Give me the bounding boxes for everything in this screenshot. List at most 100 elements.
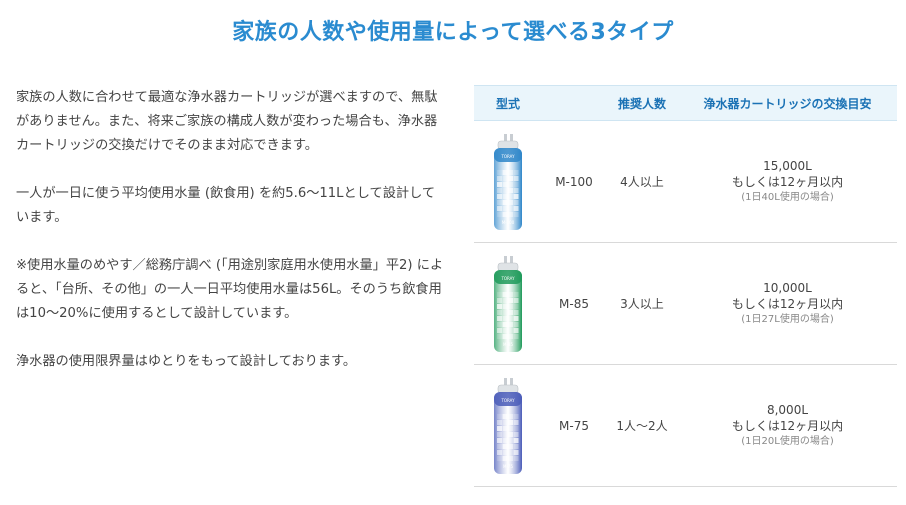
pattern-tile: [508, 455, 513, 461]
exchange-volume: 8,000L: [766, 402, 809, 417]
cartridge-brand-label: TORAY: [500, 398, 515, 403]
pattern-tile: [513, 437, 519, 443]
pattern-tile: [502, 291, 508, 297]
pattern-tile: [502, 303, 508, 309]
pattern-tile: [497, 193, 502, 199]
pattern-tile: [508, 291, 513, 297]
cartridge-image: TORAY M-85: [494, 255, 522, 352]
pattern-tile: [497, 309, 502, 315]
pattern-tile: [508, 437, 513, 443]
pattern-tile: [513, 205, 519, 211]
pattern-tile: [508, 321, 513, 327]
description-text: 家族の人数に合わせて最適な浄水器カートリッジが選べますので、無駄がありません。ま…: [16, 86, 444, 398]
pattern-tile: [513, 413, 519, 419]
exchange-note: (1日40L使用の場合): [741, 191, 834, 203]
pattern-tile: [497, 181, 502, 187]
cartridge-cap: [497, 384, 519, 393]
pattern-tile: [513, 309, 519, 315]
table-header-row: 型式 推奨人数 浄水器カートリッジの交換目安: [474, 85, 897, 121]
pattern-tile: [502, 425, 508, 431]
pattern-tile: [497, 199, 502, 205]
pattern-tile: [497, 175, 502, 181]
pattern-tile: [502, 309, 508, 315]
exchange-cell: 10,000L もしくは12ヶ月以内 (1日27L使用の場合): [678, 242, 897, 365]
pattern-tile: [508, 425, 513, 431]
pattern-tile: [508, 303, 513, 309]
pattern-tile: [502, 443, 508, 449]
cartridge-model-mark: M-75: [503, 464, 513, 469]
pattern-tile: [497, 455, 502, 461]
pattern-tile: [508, 181, 513, 187]
exchange-volume: 15,000L: [763, 158, 812, 173]
pattern-tile: [513, 449, 519, 455]
table-row: TORAY M-100 M-100 4人以上 15,000L もしくは12ヶ月以内…: [474, 120, 897, 243]
pattern-tile: [497, 413, 502, 419]
pattern-tile: [502, 431, 508, 437]
pattern-tile: [513, 327, 519, 333]
pattern-tile: [497, 169, 502, 175]
pattern-tile: [508, 309, 513, 315]
pattern-tile: [502, 199, 508, 205]
pattern-tile: [513, 431, 519, 437]
pattern-tile: [513, 315, 519, 321]
paragraph-survey-note: ※使用水量のめやす／総務庁調べ (「用途別家庭用水使用水量」平2) によると、「…: [16, 258, 444, 321]
pattern-tile: [502, 193, 508, 199]
pattern-tile: [513, 321, 519, 327]
exchange-volume: 10,000L: [763, 280, 812, 295]
pattern-tile: [502, 327, 508, 333]
pattern-tile: [497, 431, 502, 437]
pattern-tile: [497, 297, 502, 303]
people-cell: 4人以上: [606, 120, 678, 243]
pattern-tile: [508, 449, 513, 455]
pattern-tile: [497, 291, 502, 297]
cartridge-image-cell: TORAY M-75: [474, 364, 542, 487]
pattern-tile: [497, 437, 502, 443]
pattern-tile: [502, 455, 508, 461]
cartridge-model-mark: M-100: [502, 220, 515, 225]
pattern-tile: [497, 419, 502, 425]
pattern-tile: [497, 425, 502, 431]
pattern-tile: [497, 321, 502, 327]
pattern-tile: [502, 187, 508, 193]
pattern-tile: [497, 449, 502, 455]
pattern-tile: [497, 211, 502, 217]
header-exchange: 浄水器カートリッジの交換目安: [678, 85, 897, 121]
pattern-tile: [502, 449, 508, 455]
pattern-tile: [513, 425, 519, 431]
cartridge-image-cell: TORAY M-100: [474, 120, 542, 243]
pattern-tile: [497, 187, 502, 193]
cartridge-cap: [497, 262, 519, 271]
cartridge-cap: [497, 140, 519, 149]
pattern-tile: [497, 327, 502, 333]
pattern-tile: [508, 193, 513, 199]
exchange-period: もしくは12ヶ月以内: [731, 418, 844, 433]
header-people: 推奨人数: [606, 85, 678, 121]
pattern-tile: [508, 297, 513, 303]
header-model: 型式: [474, 85, 542, 121]
cartridge-brand-label: TORAY: [500, 276, 515, 281]
model-cell: M-85: [542, 242, 606, 365]
table-row: TORAY M-75 M-75 1人～2人 8,000L もしくは12ヶ月以内 (…: [474, 364, 897, 487]
pattern-tile: [502, 315, 508, 321]
model-cell: M-100: [542, 120, 606, 243]
exchange-cell: 8,000L もしくは12ヶ月以内 (1日20L使用の場合): [678, 364, 897, 487]
paragraph-capacity: 浄水器の使用限界量はゆとりをもって設計しております。: [16, 354, 357, 369]
pattern-tile: [497, 205, 502, 211]
pattern-tile: [513, 303, 519, 309]
exchange-cell: 15,000L もしくは12ヶ月以内 (1日40L使用の場合): [678, 120, 897, 243]
pattern-tile: [502, 437, 508, 443]
model-cell: M-75: [542, 364, 606, 487]
cartridge-comparison-table: 型式 推奨人数 浄水器カートリッジの交換目安 TORAY M-100 M-100 …: [474, 85, 897, 487]
people-cell: 3人以上: [606, 242, 678, 365]
paragraph-family-size: 家族の人数に合わせて最適な浄水器カートリッジが選べますので、無駄がありません。ま…: [16, 90, 438, 153]
pattern-tile: [508, 205, 513, 211]
pattern-tile: [502, 211, 508, 217]
cartridge-image: TORAY M-100: [494, 133, 522, 230]
cartridge-image-cell: TORAY M-85: [474, 242, 542, 365]
pattern-tile: [513, 187, 519, 193]
table-row: TORAY M-85 M-85 3人以上 10,000L もしくは12ヶ月以内 (…: [474, 242, 897, 365]
pattern-tile: [513, 419, 519, 425]
pattern-tile: [502, 321, 508, 327]
pattern-tile: [508, 199, 513, 205]
pattern-tile: [513, 211, 519, 217]
